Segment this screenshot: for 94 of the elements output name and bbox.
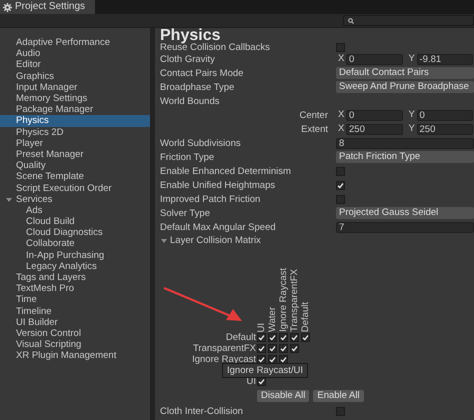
sidebar-item[interactable]: UI Builder <box>0 316 150 328</box>
sidebar-item[interactable]: Audio <box>0 48 150 60</box>
dropdown[interactable]: Sweep And Prune Broadphase <box>336 81 474 93</box>
sidebar-item[interactable]: Package Manager <box>0 104 150 116</box>
matrix-button[interactable]: Disable All <box>257 390 310 402</box>
input-field[interactable]: 0 <box>346 110 402 120</box>
property-label: Cloth Gravity <box>160 54 216 64</box>
gear-icon <box>3 2 12 12</box>
sidebar-item[interactable]: Quality <box>0 160 150 172</box>
property-label: Cloth Inter-Collision <box>160 406 244 416</box>
sidebar-item[interactable]: Time <box>0 294 150 306</box>
sidebar-item[interactable]: Visual Scripting <box>0 339 150 350</box>
sidebar-item[interactable]: Player <box>0 138 150 149</box>
row-label: Default <box>226 332 257 342</box>
sidebar-item[interactable]: Legacy Analytics <box>0 260 150 272</box>
checkbox[interactable] <box>268 344 277 353</box>
sidebar-item[interactable]: Timeline <box>0 306 150 317</box>
checkbox[interactable] <box>290 344 299 353</box>
foldout-header[interactable]: Layer Collision Matrix <box>161 234 261 248</box>
input-field[interactable]: 0 <box>416 110 473 120</box>
column-label: Ignore Raycast <box>279 268 288 332</box>
checkbox[interactable] <box>268 333 277 342</box>
property-label: Enable Unified Heightmaps <box>160 180 276 190</box>
sidebar-item[interactable]: Version Control <box>0 328 150 340</box>
window-tab[interactable]: Project Settings <box>0 0 95 14</box>
sidebar-item[interactable]: Input Manager <box>0 82 150 93</box>
sidebar-item[interactable]: Adaptive Performance <box>0 37 150 48</box>
search-field[interactable] <box>343 15 474 26</box>
sidebar-item[interactable]: Cloud Diagnostics <box>0 227 150 238</box>
column-label: TransparentFX <box>290 268 299 332</box>
checkbox[interactable] <box>301 333 310 342</box>
sidebar-item[interactable]: Physics 2D <box>0 126 150 138</box>
checkbox[interactable] <box>336 406 345 416</box>
checkbox[interactable] <box>257 344 266 353</box>
column-label: UI <box>257 322 266 332</box>
checkbox[interactable] <box>336 180 345 190</box>
sidebar-item[interactable]: Tags and Layers <box>0 272 150 284</box>
input-field[interactable]: 7 <box>336 222 474 232</box>
property-label: Improved Patch Friction <box>160 194 262 204</box>
property-label: Extent <box>301 124 328 134</box>
matrix-button[interactable]: Enable All <box>313 390 364 402</box>
checkbox[interactable] <box>336 194 345 204</box>
row-label: Ignore Raycast <box>192 354 257 364</box>
axis-label: Y <box>408 122 416 136</box>
input-field[interactable]: -9.81 <box>416 54 473 64</box>
input-field[interactable]: 250 <box>416 124 473 134</box>
sidebar-item[interactable]: Scene Template <box>0 171 150 182</box>
sidebar-item[interactable]: Collaborate <box>0 238 150 250</box>
axis-label: X <box>337 52 346 66</box>
row-label: TransparentFX <box>192 344 257 354</box>
sidebar-item[interactable]: Physics <box>0 115 150 126</box>
dropdown[interactable]: Patch Friction Type <box>336 151 474 163</box>
sidebar-item[interactable]: Preset Manager <box>0 148 150 160</box>
axis-label: Y <box>408 108 416 122</box>
sidebar-item[interactable]: Memory Settings <box>0 92 150 104</box>
sidebar-item[interactable]: Ads <box>0 204 150 216</box>
input-field[interactable]: 8 <box>336 138 474 148</box>
sidebar-item[interactable]: Graphics <box>0 70 150 82</box>
sidebar-item[interactable]: Services <box>0 194 150 205</box>
sidebar-item[interactable]: TextMesh Pro <box>0 283 150 294</box>
axis-label: X <box>337 108 346 122</box>
property-label: Center <box>299 110 328 120</box>
checkbox[interactable] <box>290 333 299 342</box>
dropdown[interactable]: Default Contact Pairs <box>336 67 474 79</box>
checkbox[interactable] <box>257 333 266 342</box>
tooltip: Ignore Raycast/UI <box>222 363 308 378</box>
axis-label: X <box>337 122 346 136</box>
caret-icon[interactable] <box>6 196 12 203</box>
property-label: Solver Type <box>160 208 211 218</box>
property-label: World Subdivisions <box>160 138 242 148</box>
sidebar-item[interactable]: XR Plugin Management <box>0 350 150 362</box>
checkbox[interactable] <box>336 42 345 52</box>
property-label: Enable Enhanced Determinism <box>160 166 292 176</box>
sidebar-item[interactable]: Editor <box>0 59 150 71</box>
property-label: Friction Type <box>160 152 216 162</box>
column-label: Water <box>268 307 277 332</box>
property-label: Broadphase Type <box>160 82 236 92</box>
property-label: World Bounds <box>160 96 220 106</box>
property-label: Contact Pairs Mode <box>160 68 244 78</box>
checkbox[interactable] <box>279 344 288 353</box>
input-field[interactable]: 0 <box>346 54 402 64</box>
column-label: Default <box>301 302 310 332</box>
search-icon <box>348 18 354 24</box>
axis-label: Y <box>408 52 416 66</box>
checkbox[interactable] <box>336 166 345 176</box>
dropdown[interactable]: Projected Gauss Seidel <box>336 207 474 219</box>
page-heading: Physics <box>160 28 220 42</box>
window-title: Project Settings <box>15 1 86 13</box>
property-label: Default Max Angular Speed <box>160 222 277 232</box>
input-field[interactable]: 250 <box>346 124 402 134</box>
sidebar-item[interactable]: In-App Purchasing <box>0 250 150 261</box>
sidebar-item[interactable]: Script Execution Order <box>0 182 150 194</box>
sidebar-item[interactable]: Cloud Build <box>0 216 150 228</box>
checkbox[interactable] <box>279 333 288 342</box>
